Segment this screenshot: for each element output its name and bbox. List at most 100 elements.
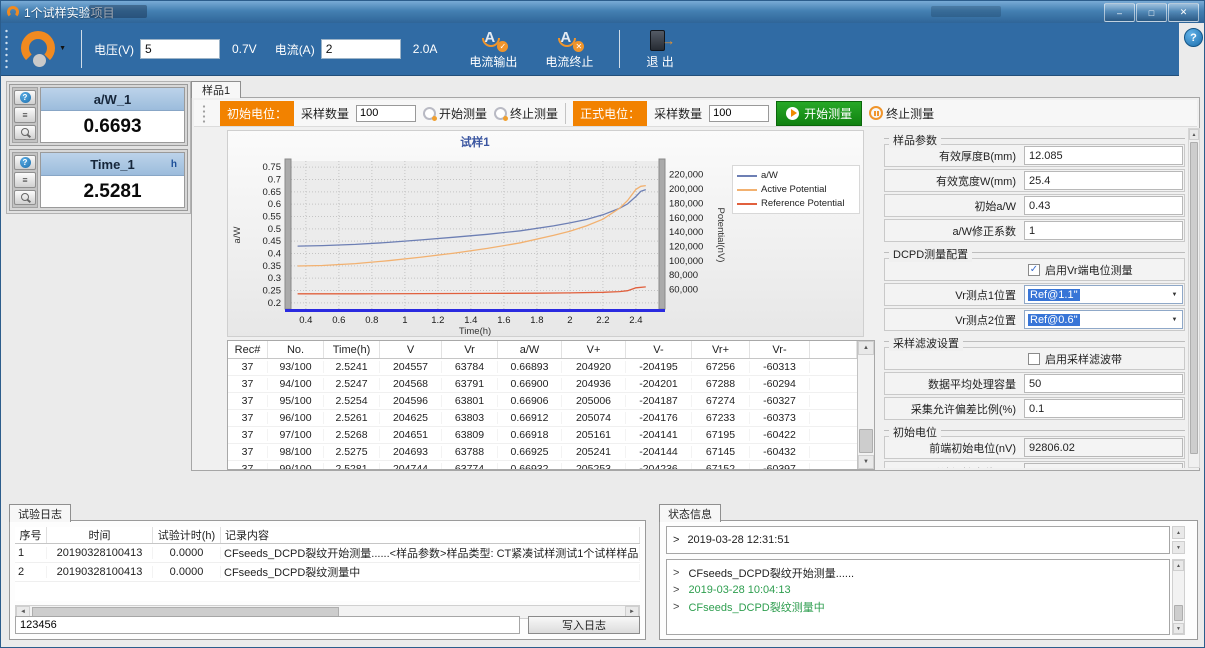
table-cell: 63784: [442, 361, 498, 373]
table-cell: 0.66906: [498, 395, 562, 407]
tab-status-info[interactable]: 状态信息: [659, 504, 721, 522]
svg-text:60,000: 60,000: [669, 285, 698, 296]
log-row[interactable]: 1201903281004130.0000CFseeds_DCPD裂纹开始测量.…: [15, 544, 640, 563]
gauge-knob-icon: [33, 54, 46, 67]
current-input[interactable]: [321, 39, 401, 59]
card-zoom-button[interactable]: [14, 190, 36, 205]
help-button[interactable]: ?: [1184, 28, 1203, 47]
tab-sample1[interactable]: 样品1: [191, 81, 241, 98]
power-gauge-button[interactable]: ▼: [19, 29, 59, 69]
current-stop-button[interactable]: A ✕ 电流终止: [545, 29, 593, 70]
question-icon: ?: [20, 157, 31, 168]
combo-box[interactable]: Ref@1.1''▼: [1024, 285, 1183, 304]
field-input[interactable]: 1: [1024, 221, 1183, 240]
table-cell: 0.66932: [498, 463, 562, 469]
maximize-button[interactable]: □: [1136, 3, 1167, 22]
table-cell: 204920: [562, 361, 626, 373]
header-cell: 序号: [15, 527, 47, 543]
exit-button[interactable]: → 退 出: [646, 29, 673, 70]
table-row[interactable]: 3796/1002.5261204625638030.66912205074-2…: [228, 410, 857, 427]
play-icon: [786, 107, 799, 120]
chevron-down-icon[interactable]: ▼: [1167, 311, 1182, 328]
scroll-up-icon[interactable]: ▲: [1189, 129, 1199, 140]
table-row[interactable]: 3799/1002.5281204744637740.66932205253-2…: [228, 461, 857, 469]
current-output-button[interactable]: A ✓ 电流输出: [469, 29, 517, 70]
scrollbar-thumb[interactable]: [1190, 142, 1198, 454]
log-cell: 2: [15, 566, 47, 578]
toolbar-grip[interactable]: [4, 28, 9, 70]
scrollbar-thumb[interactable]: [859, 429, 873, 453]
experiment-log-panel: 序号时间试验计时(h)记录内容 1201903281004130.0000CFs…: [9, 520, 646, 640]
scroll-down-icon[interactable]: ▼: [1172, 541, 1185, 554]
field-label: Vr测点2位置: [885, 309, 1023, 330]
scroll-down-icon[interactable]: ▼: [1173, 623, 1184, 634]
card-zoom-button[interactable]: [14, 125, 36, 140]
voltage-label: 电压(V): [94, 41, 134, 58]
header-cell: Time(h): [324, 341, 380, 358]
panel-vertical-scrollbar[interactable]: ▲: [1188, 128, 1200, 468]
checkbox[interactable]: ✓: [1028, 264, 1040, 276]
field-input[interactable]: 0.1: [1024, 399, 1183, 418]
svg-text:0.45: 0.45: [263, 236, 282, 247]
table-cell: 0.66900: [498, 378, 562, 390]
initial-start-button[interactable]: 开始测量: [423, 105, 487, 122]
table-cell: 204557: [380, 361, 442, 373]
field-input[interactable]: 25.4: [1024, 171, 1183, 190]
table-row[interactable]: 3794/1002.5247204568637910.66900204936-2…: [228, 376, 857, 393]
card-menu-button[interactable]: ≡: [14, 107, 36, 122]
initial-potential-label: 初始电位：: [220, 101, 294, 126]
svg-text:0.25: 0.25: [263, 286, 282, 297]
log-row[interactable]: 2201903281004130.0000CFseeds_DCPD裂纹测量中: [15, 563, 640, 582]
field-label: 有效宽度W(mm): [885, 170, 1023, 191]
tab-experiment-log[interactable]: 试验日志: [9, 504, 71, 522]
initial-count-input[interactable]: [356, 105, 416, 122]
log-entry-input[interactable]: [15, 616, 520, 634]
field-input[interactable]: 0.43: [1024, 196, 1183, 215]
measurement-table: Rec#No.Time(h)VVra/WV+V-Vr+Vr- 3793/1002…: [227, 340, 875, 470]
prompt-char: >: [673, 601, 679, 613]
close-button[interactable]: ✕: [1168, 3, 1199, 22]
field-input[interactable]: 12.085: [1024, 146, 1183, 165]
card-help-button[interactable]: ?: [14, 155, 36, 170]
minimize-button[interactable]: –: [1104, 3, 1135, 22]
scrollbar-thumb[interactable]: [1174, 605, 1183, 621]
status-mini-scrollbar[interactable]: ▲ ▼: [1172, 526, 1185, 554]
table-row[interactable]: 3797/1002.5268204651638090.66918205161-2…: [228, 427, 857, 444]
initial-stop-button[interactable]: 终止测量: [494, 105, 558, 122]
table-cell: 2.5254: [324, 395, 380, 407]
voltage-input[interactable]: [140, 39, 220, 59]
field-input[interactable]: 50: [1024, 374, 1183, 393]
dropdown-caret-icon[interactable]: ▼: [59, 45, 66, 52]
table-cell: 205074: [562, 412, 626, 424]
scroll-up-icon[interactable]: ▲: [1172, 526, 1185, 539]
card-help-button[interactable]: ?: [14, 90, 36, 105]
table-cell: 0.66893: [498, 361, 562, 373]
write-log-button[interactable]: 写入日志: [528, 616, 640, 634]
card-menu-button[interactable]: ≡: [14, 172, 36, 187]
formal-stop-button[interactable]: 终止测量: [869, 105, 934, 122]
chevron-down-icon[interactable]: ▼: [1167, 286, 1182, 303]
table-row[interactable]: 3795/1002.5254204596638010.66906205006-2…: [228, 393, 857, 410]
separator: [565, 103, 566, 124]
table-cell: 205161: [562, 429, 626, 441]
toolbar-grip[interactable]: [202, 104, 206, 123]
formal-start-button[interactable]: 开始测量: [776, 101, 862, 126]
parameter-row: 数据平均处理容量50: [884, 372, 1185, 395]
header-cell: Rec#: [228, 341, 268, 358]
table-vertical-scrollbar[interactable]: ▲ ▼: [857, 341, 874, 469]
table-row[interactable]: 3798/1002.5275204693637880.66925205241-2…: [228, 444, 857, 461]
scroll-up-icon[interactable]: ▲: [1173, 560, 1184, 571]
checkbox[interactable]: [1028, 353, 1040, 365]
table-cell: 37: [228, 429, 268, 441]
prompt-char: >: [673, 584, 679, 596]
status-vertical-scrollbar[interactable]: ▲ ▼: [1172, 559, 1185, 635]
scroll-up-icon[interactable]: ▲: [858, 341, 874, 355]
checkbox-row: 启用采样滤波带: [1023, 348, 1184, 369]
table-row[interactable]: 3793/1002.5241204557637840.66893204920-2…: [228, 359, 857, 376]
table-cell: 67274: [692, 395, 750, 407]
scroll-down-icon[interactable]: ▼: [858, 455, 874, 469]
svg-text:0.3: 0.3: [268, 273, 281, 284]
formal-count-input[interactable]: [709, 105, 769, 122]
combo-box[interactable]: Ref@0.6''▼: [1024, 310, 1183, 329]
stop-measure-icon: [494, 107, 507, 120]
